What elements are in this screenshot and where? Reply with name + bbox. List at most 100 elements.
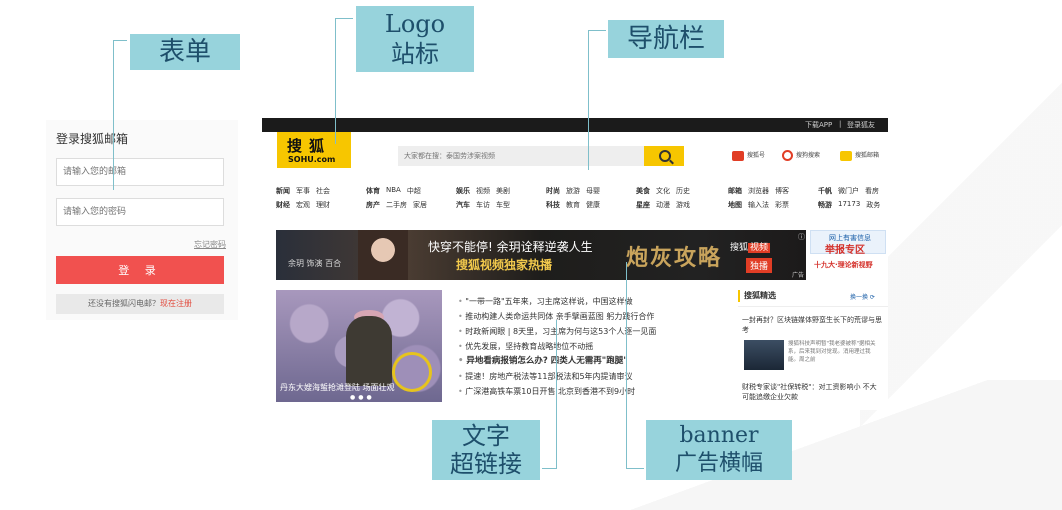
nav-link[interactable]: 历史 xyxy=(676,186,690,200)
callout-connector xyxy=(556,320,557,468)
quick-link-sohuhao[interactable]: 搜狐号 xyxy=(732,150,765,161)
nav-group: 新闻 军事 社会 财经 宏观 理财 xyxy=(276,186,330,214)
photo-caption: 丹东大嫂海蜇抢滩登陆 场面壮观 xyxy=(280,383,395,392)
callout-connector xyxy=(542,468,557,469)
news-headline-link[interactable]: 异地看病报销怎么办? 四类人无需再"跑腿" xyxy=(458,354,728,369)
nav-link[interactable]: 博客 xyxy=(775,186,789,200)
nav-link[interactable]: 体育 xyxy=(366,186,380,200)
sidebar-article-link[interactable]: 财税专家谈"社保转税"：对工资影响小 不大可能追缴企业欠款 xyxy=(742,382,882,402)
nav-link[interactable]: 17173 xyxy=(838,200,860,214)
nav-link[interactable]: 旅游 xyxy=(566,186,580,200)
nav-link[interactable]: 财经 xyxy=(276,200,290,214)
nav-link[interactable]: 游戏 xyxy=(676,200,690,214)
nav-link[interactable]: 看房 xyxy=(865,186,879,200)
sogou-icon xyxy=(782,150,793,161)
sidebar-thumbnail[interactable] xyxy=(744,340,784,370)
nav-link[interactable]: 科技 xyxy=(546,200,560,214)
nav-link[interactable]: 教育 xyxy=(566,200,580,214)
nav-group: 千帆 微门户 看房 畅游 17173 政务 xyxy=(818,186,880,214)
carousel-dots[interactable]: ●●● xyxy=(350,394,375,401)
banner-ad[interactable]: 余玥 饰演 百合 快穿不能停! 余玥诠释逆袭人生 搜狐视频独家热播 炮灰攻略 搜… xyxy=(276,230,806,280)
callout-logo-line1: Logo xyxy=(384,10,446,38)
nav-link[interactable]: 浏览器 xyxy=(748,186,769,200)
nav-link[interactable]: 母婴 xyxy=(586,186,600,200)
nav-link[interactable]: 畅游 xyxy=(818,200,832,214)
nav-link[interactable]: 家居 xyxy=(413,200,427,214)
callout-form: 表单 xyxy=(130,34,240,70)
nav-link[interactable]: NBA xyxy=(386,186,401,200)
theory-ad[interactable]: 十九大·理论新视野 xyxy=(814,260,873,270)
login-button[interactable]: 登 录 xyxy=(56,256,224,284)
news-list: "一带一路"五年来，习主席这样说，中国这样做 推动构建人类命运共同体 亲手擘画蓝… xyxy=(458,294,728,399)
news-link[interactable]: "一带一路"五年来，习主席这样说，中国这样做 xyxy=(458,294,728,309)
nav-link[interactable]: 时尚 xyxy=(546,186,560,200)
callout-connector xyxy=(626,262,627,468)
banner-show-title: 炮灰攻略 xyxy=(626,245,723,271)
news-link[interactable]: 广深港高铁车票10日开售 北京到香港不到9小时 xyxy=(458,384,728,399)
news-link[interactable]: 优先发展，坚持教育战略地位不动摇 xyxy=(458,339,728,354)
password-input[interactable] xyxy=(56,198,224,226)
nav-link[interactable]: 理财 xyxy=(316,200,330,214)
nav-link[interactable]: 微门户 xyxy=(838,186,859,200)
info-icon[interactable]: ⓘ xyxy=(798,232,805,242)
news-link[interactable]: 时政新闻眼 | 8天里，习主席为何与这53个人逐一见面 xyxy=(458,324,728,339)
nav-link[interactable]: 输入法 xyxy=(748,200,769,214)
callout-banner: banner 广告横幅 xyxy=(646,420,792,480)
nav-link[interactable]: 娱乐 xyxy=(456,186,470,200)
nav-link[interactable]: 彩票 xyxy=(775,200,789,214)
nav-link[interactable]: 宏观 xyxy=(296,200,310,214)
nav-link[interactable]: 文化 xyxy=(656,186,670,200)
search-icon xyxy=(659,150,671,162)
ad-label: 广告 xyxy=(792,272,805,279)
nav-link[interactable]: 社会 xyxy=(316,186,330,200)
nav-link[interactable]: 美食 xyxy=(636,186,650,200)
nav-link[interactable]: 动漫 xyxy=(656,200,670,214)
sohuhao-icon xyxy=(732,150,744,161)
nav-link[interactable]: 房产 xyxy=(366,200,380,214)
nav-link[interactable]: 军事 xyxy=(296,186,310,200)
forgot-password-link[interactable]: 忘记密码 xyxy=(194,239,226,250)
login-link[interactable]: 登录狐友 xyxy=(847,120,875,130)
nav-link[interactable]: 美剧 xyxy=(496,186,510,200)
quick-link-sogou[interactable]: 搜狗搜索 xyxy=(782,150,820,161)
sidebar-divider xyxy=(738,306,888,307)
callout-text-link: 文字 超链接 xyxy=(432,420,540,480)
nav-group: 时尚 旅游 母婴 科技 教育 健康 xyxy=(546,186,600,214)
email-input[interactable] xyxy=(56,158,224,186)
nav-link[interactable]: 新闻 xyxy=(276,186,290,200)
banner-subtitle: 搜狐视频独家热播 xyxy=(456,258,553,272)
sohu-homepage: 下载APP | 登录狐友 搜狐 SOHU.com 搜狐号 搜狗搜索 搜狐邮箱 新… xyxy=(262,118,888,410)
refresh-link[interactable]: 换一换 ⟳ xyxy=(850,292,875,301)
nav-link[interactable]: 视频 xyxy=(476,186,490,200)
nav-link[interactable]: 健康 xyxy=(586,200,600,214)
download-app-link[interactable]: 下载APP xyxy=(805,120,832,130)
news-link[interactable]: 提速！房地产税法等11部税法和5年内提请审议 xyxy=(458,369,728,384)
nav-link[interactable]: 二手房 xyxy=(386,200,407,214)
nav-link[interactable]: 政务 xyxy=(866,200,880,214)
report-zone-ad[interactable]: 网上有害信息 举报专区 xyxy=(810,230,886,256)
logo-text: 搜狐 xyxy=(287,137,332,155)
nav-group: 体育 NBA 中超 房产 二手房 家居 xyxy=(366,186,427,214)
news-link[interactable]: 推动构建人类命运共同体 亲手擘画蓝图 躬力践行合作 xyxy=(458,309,728,324)
nav-link[interactable]: 邮箱 xyxy=(728,186,742,200)
featured-photo[interactable]: 丹东大嫂海蜇抢滩登陆 场面壮观 ●●● xyxy=(276,290,442,402)
nav-link[interactable]: 地图 xyxy=(728,200,742,214)
nav-link[interactable]: 汽车 xyxy=(456,200,470,214)
sidebar-article-link[interactable]: 一封再封？区块链媒体野蛮生长下的荒谬与思考 xyxy=(738,315,888,335)
callout-connector xyxy=(335,18,336,144)
nav-link[interactable]: 车访 xyxy=(476,200,490,214)
search-button[interactable] xyxy=(644,146,684,166)
sohu-logo[interactable]: 搜狐 SOHU.com xyxy=(277,132,351,168)
nav-link[interactable]: 车型 xyxy=(496,200,510,214)
nav-link[interactable]: 千帆 xyxy=(818,186,832,200)
nav-link[interactable]: 星座 xyxy=(636,200,650,214)
quick-link-mail[interactable]: 搜狐邮箱 xyxy=(840,150,879,161)
register-link[interactable]: 现在注册 xyxy=(160,299,192,308)
nav-group: 美食 文化 历史 星座 动漫 游戏 xyxy=(636,186,690,214)
banner-brand: 搜狐 视频 xyxy=(730,243,771,253)
callout-connector xyxy=(335,18,353,19)
callout-connector xyxy=(113,40,127,41)
search-input[interactable] xyxy=(398,146,644,166)
nav-link[interactable]: 中超 xyxy=(407,186,421,200)
nav-group: 娱乐 视频 美剧 汽车 车访 车型 xyxy=(456,186,510,214)
